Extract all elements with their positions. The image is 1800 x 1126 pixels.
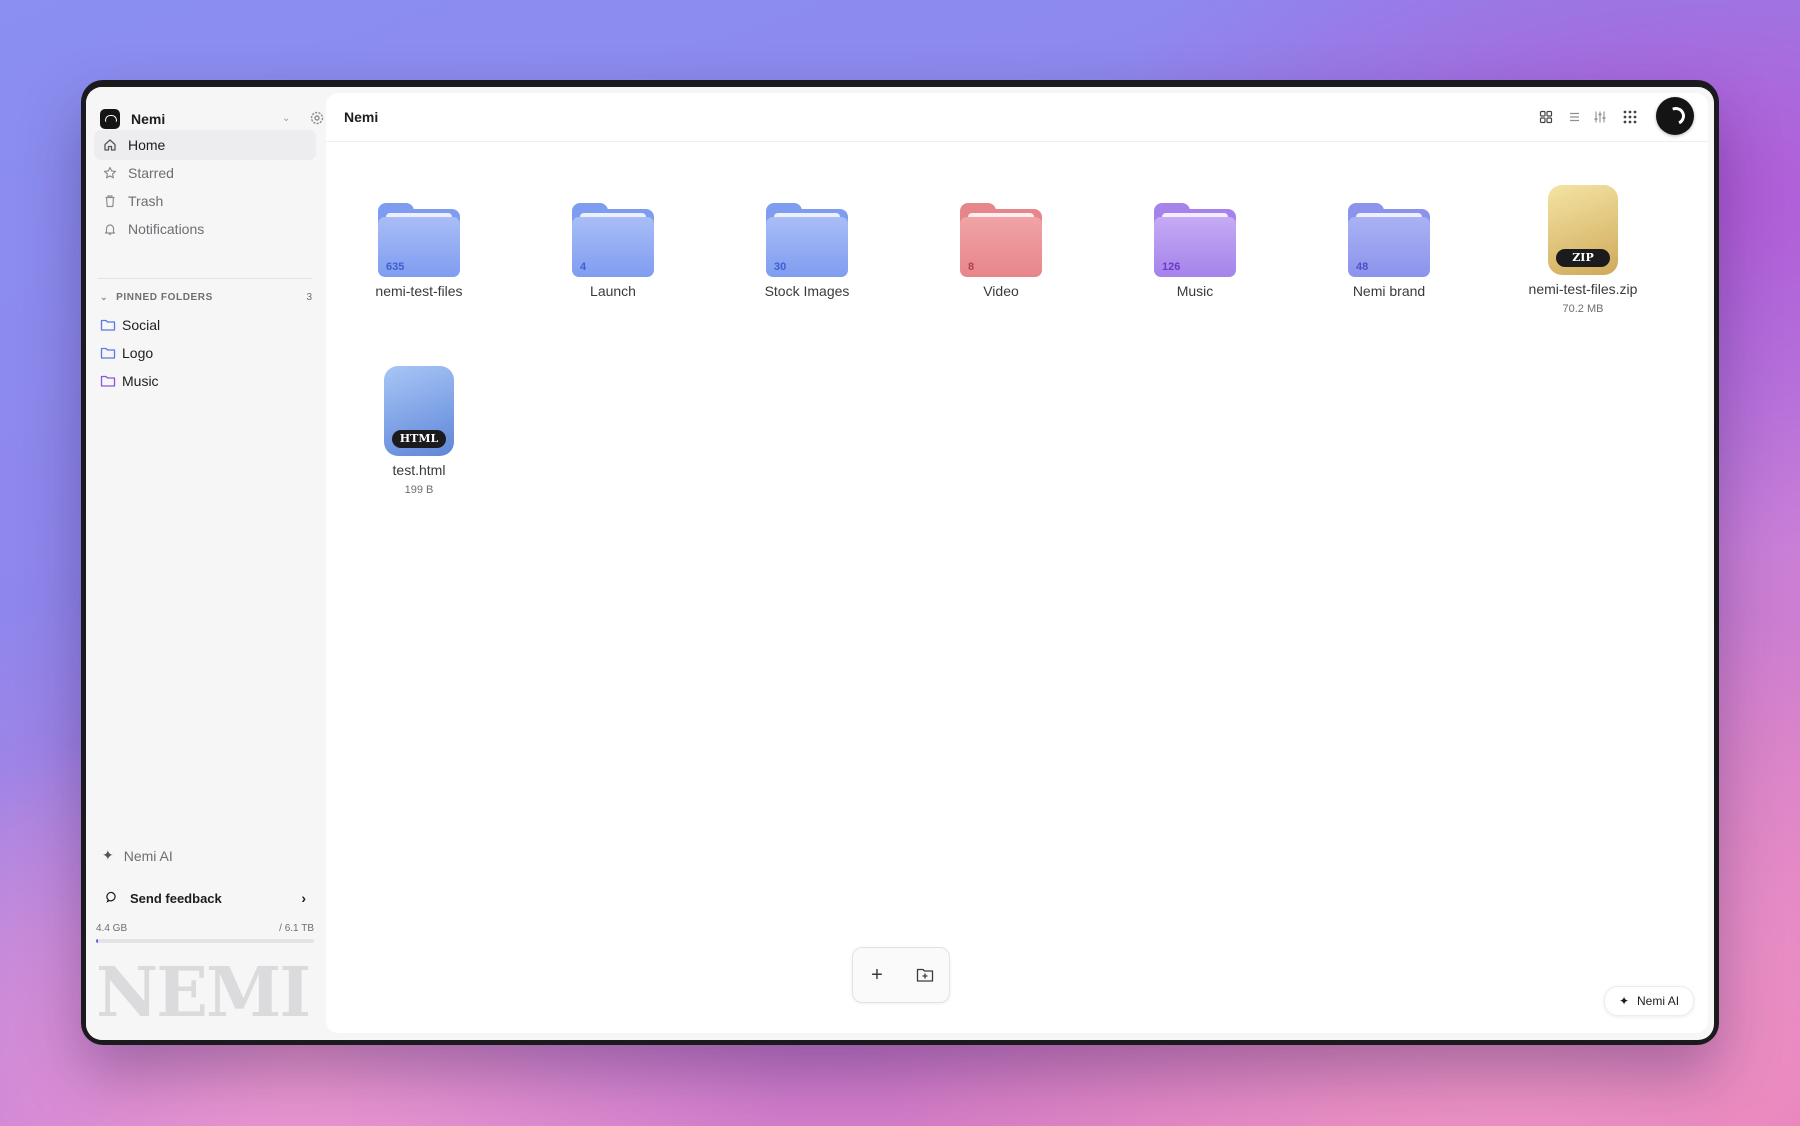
storage-bar <box>96 939 314 943</box>
file-type-badge: HTML <box>392 430 446 448</box>
folder-item[interactable]: 48 Nemi brand <box>1314 203 1464 299</box>
file-item[interactable]: HTML test.html 199 B <box>344 366 494 496</box>
apps-grid-icon[interactable] <box>1620 107 1640 127</box>
folder-icon <box>100 346 116 360</box>
chevron-down-icon[interactable]: ⌄ <box>282 113 290 124</box>
zip-file-icon: ZIP <box>1548 185 1618 275</box>
item-name: Music <box>1176 283 1214 299</box>
sidebar: Nemi ⌄ Home Starred Trash Notifications … <box>86 87 324 1040</box>
folder-count: 30 <box>774 261 787 273</box>
storage-meter: 4.4 GB / 6.1 TB <box>96 923 314 943</box>
sidebar-item-starred[interactable]: Starred <box>94 158 316 188</box>
file-type-badge: ZIP <box>1556 249 1610 267</box>
sidebar-item-label: Starred <box>128 165 174 181</box>
star-icon <box>102 165 118 181</box>
bell-icon <box>102 221 118 237</box>
nemi-ai-button[interactable]: ✦ Nemi AI <box>1604 986 1694 1016</box>
avatar[interactable] <box>1656 97 1694 135</box>
folder-icon: 4 <box>572 203 654 277</box>
top-bar: Nemi <box>326 93 1708 142</box>
sidebar-item-label: Trash <box>128 193 164 209</box>
folder-count: 48 <box>1356 261 1369 273</box>
item-size: 199 B <box>404 484 434 496</box>
app-window: Nemi ⌄ Home Starred Trash Notifications … <box>86 87 1714 1040</box>
pinned-folder-logo[interactable]: Logo <box>100 340 310 366</box>
folder-icon: 635 <box>378 203 460 277</box>
folder-icon <box>100 318 116 332</box>
storage-bar-fill <box>96 939 99 943</box>
pinned-folder-label: Logo <box>122 345 154 361</box>
item-name: nemi-test-files.zip <box>1528 281 1638 297</box>
folder-count: 126 <box>1162 261 1181 273</box>
action-dock: + <box>852 947 950 1003</box>
add-button[interactable]: + <box>863 961 891 989</box>
folder-icon <box>100 374 116 388</box>
sparkle-icon: ✦ <box>1618 994 1630 1008</box>
sidebar-nemi-ai[interactable]: ✦ Nemi AI <box>102 847 173 864</box>
list-view-icon[interactable] <box>1564 107 1584 127</box>
item-name: Video <box>983 283 1019 299</box>
item-name: Nemi brand <box>1352 283 1426 299</box>
sidebar-divider <box>98 278 312 279</box>
folder-count: 4 <box>580 261 587 273</box>
sidebar-item-label: Notifications <box>128 221 205 237</box>
folder-item[interactable]: 635 nemi-test-files <box>344 203 494 299</box>
item-name: nemi-test-files <box>375 283 463 299</box>
folder-icon: 30 <box>766 203 848 277</box>
sidebar-item-home[interactable]: Home <box>94 130 316 160</box>
home-icon <box>102 137 118 153</box>
folder-plus-icon <box>916 968 934 982</box>
item-name: Stock Images <box>764 283 850 299</box>
folder-item[interactable]: 30 Stock Images <box>732 203 882 299</box>
pinned-folders-title: PINNED FOLDERS <box>116 291 213 303</box>
folder-count: 635 <box>386 261 405 273</box>
workspace-switcher[interactable]: Nemi ⌄ <box>100 107 324 131</box>
chevron-right-icon: › <box>301 890 306 906</box>
item-name: Launch <box>590 283 636 299</box>
folder-item[interactable]: 4 Launch <box>538 203 688 299</box>
grid-view-icon[interactable] <box>1536 107 1556 127</box>
chat-bubble-icon <box>106 891 118 906</box>
sparkle-icon: ✦ <box>102 847 114 863</box>
nemi-ai-label: Nemi AI <box>1637 994 1680 1008</box>
pinned-folder-music[interactable]: Music <box>100 368 310 394</box>
pinned-folders-count: 3 <box>306 291 312 303</box>
sidebar-item-notifications[interactable]: Notifications <box>94 214 316 244</box>
pinned-folders-header[interactable]: ⌄ PINNED FOLDERS 3 <box>100 288 312 306</box>
sidebar-item-trash[interactable]: Trash <box>94 186 316 216</box>
folder-item[interactable]: 8 Video <box>926 203 1076 299</box>
pinned-folder-social[interactable]: Social <box>100 312 310 338</box>
storage-total: / 6.1 TB <box>279 923 314 934</box>
send-feedback-button[interactable]: Send feedback › <box>102 885 312 911</box>
storage-used: 4.4 GB <box>96 923 128 934</box>
sliders-icon[interactable] <box>1590 107 1610 127</box>
workspace-logo <box>100 109 120 129</box>
pinned-folder-label: Music <box>122 373 159 389</box>
folder-count: 8 <box>968 261 975 273</box>
folder-icon: 8 <box>960 203 1042 277</box>
main-panel: Nemi 635 nemi-test-files 4 Launch 30 Stock Im… <box>326 93 1708 1033</box>
html-file-icon: HTML <box>384 366 454 456</box>
folder-icon: 48 <box>1348 203 1430 277</box>
sidebar-ai-label: Nemi AI <box>123 847 173 864</box>
folder-item[interactable]: 126 Music <box>1120 203 1270 299</box>
sidebar-item-label: Home <box>128 137 166 153</box>
chevron-down-icon[interactable]: ⌄ <box>100 292 108 303</box>
pinned-folder-label: Social <box>122 317 161 333</box>
workspace-name: Nemi <box>131 111 166 127</box>
brand-watermark: NEMI <box>96 953 311 1033</box>
folder-icon: 126 <box>1154 203 1236 277</box>
item-size: 70.2 MB <box>1562 303 1604 315</box>
feedback-label: Send feedback <box>130 890 222 906</box>
item-name: test.html <box>392 462 446 478</box>
breadcrumb[interactable]: Nemi <box>344 109 378 125</box>
file-item[interactable]: ZIP nemi-test-files.zip 70.2 MB <box>1508 185 1658 315</box>
trash-icon <box>102 193 118 209</box>
new-folder-button[interactable] <box>911 961 939 989</box>
gear-icon[interactable] <box>308 109 326 127</box>
